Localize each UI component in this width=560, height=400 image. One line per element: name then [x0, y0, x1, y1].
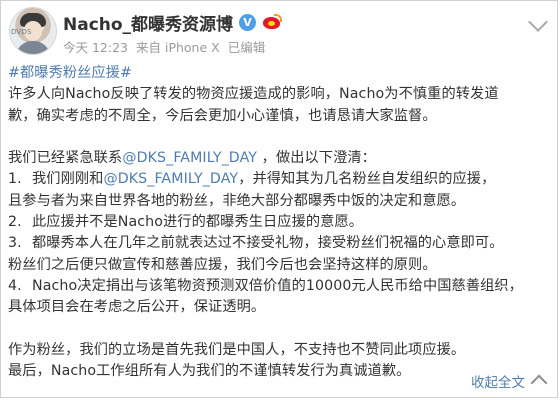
avatar-text: DVDS	[11, 28, 32, 36]
collapse-button[interactable]: 收起全文	[471, 371, 525, 391]
avatar[interactable]: DVDS	[9, 7, 57, 55]
list-item-3-cont: 粉丝们之后便只做宣传和慈善应援，我们今后也会坚持这样的原则。	[8, 256, 437, 273]
post-content: #都曝秀粉丝应援# 许多人向Nacho反映了转发的物资应援造成的影响，Nacho…	[8, 63, 549, 382]
post-line-4: 我们已经紧急联系@DKS_FAMILY_DAY ，做出以下澄清：	[8, 148, 549, 169]
verified-icon: V	[239, 14, 257, 31]
mention-link[interactable]: @DKS_FAMILY_DAY	[103, 171, 238, 187]
name-row: Nacho_都曝秀资源博 V	[63, 10, 283, 35]
list-item-3: 3. 都曝秀本人在几年之前就表达过不接受礼物，接受粉丝们祝福的心意即可。	[8, 233, 549, 254]
hashtag-link[interactable]: #都曝秀粉丝应援#	[8, 63, 549, 84]
clarify-intro-text: 我们已经紧急联系	[8, 150, 123, 167]
clarify-intro-suffix: ，做出以下澄清：	[257, 150, 376, 167]
mention-link[interactable]: @DKS_FAMILY_DAY	[122, 150, 257, 166]
post-header: DVDS Nacho_都曝秀资源博 V 今天 12:23 来自 iPhone X…	[9, 7, 548, 57]
list-item-1-cont: 且参与者为来自世界各地的粉丝，非绝大部分都曝秀中饭的决定和意愿。	[8, 192, 466, 209]
list-number: 1.	[8, 171, 22, 188]
chevron-up-icon[interactable]	[530, 374, 548, 392]
edited-label: 已编辑	[227, 40, 266, 55]
closing-line-1: 作为粉丝，我们的立场是首先我们是中国人，不支持也不赞同此项应援。	[8, 341, 466, 358]
post-line-1: 许多人向Nacho反映了转发的物资应援造成的影响，Nacho为不慎重的转发道	[8, 86, 499, 103]
weibo-logo-wave	[274, 14, 283, 22]
closing-line-2: 最后，Nacho工作组所有人为我们的不谨慎转发行为真诚道歉。	[8, 363, 411, 380]
list-number: 3.	[8, 235, 22, 252]
post-footer: 收起全文	[471, 371, 548, 392]
list-item-2: 2. 此应援并不是Nacho进行的都曝秀生日应援的意愿。	[8, 212, 549, 233]
avatar-body	[16, 41, 50, 54]
list-item-4-text: Nacho决定捐出与该笔物资预测双倍价值的10000元人民币给中国慈善组织，	[32, 277, 523, 294]
list-item-3-text: 都曝秀本人在几年之前就表达过不接受礼物，接受粉丝们祝福的心意即可。	[32, 235, 504, 252]
list-number: 4.	[8, 277, 22, 294]
chevron-down-icon[interactable]	[528, 12, 548, 32]
list-item-4: 4. Nacho决定捐出与该笔物资预测双倍价值的10000元人民币给中国慈善组织，	[8, 276, 549, 297]
list-item-1-post: ，并得知其为几名粉丝自发组织的应援，	[238, 171, 496, 188]
post-line-2: 歉，确实考虑的不周全，今后会更加小心谨慎，也请恳请大家监督。	[8, 107, 437, 124]
post-source: 来自 iPhone X	[136, 40, 220, 55]
weibo-logo-icon	[262, 14, 283, 31]
post-meta: 今天 12:23 来自 iPhone X 已编辑	[63, 37, 265, 56]
list-number: 2.	[8, 214, 22, 231]
list-item-1: 1. 我们刚刚和@DKS_FAMILY_DAY，并得知其为几名粉丝自发组织的应援，	[8, 169, 549, 190]
username[interactable]: Nacho_都曝秀资源博	[63, 10, 233, 35]
list-item-1-pre: 我们刚刚和	[32, 171, 104, 188]
list-item-4-cont: 具体项目会在考虑之后公开，保证透明。	[8, 299, 266, 316]
post-timestamp: 今天 12:23	[63, 40, 128, 55]
weibo-post-card: DVDS Nacho_都曝秀资源博 V 今天 12:23 来自 iPhone X…	[0, 0, 558, 398]
list-item-2-text: 此应援并不是Nacho进行的都曝秀生日应援的意愿。	[32, 214, 364, 231]
